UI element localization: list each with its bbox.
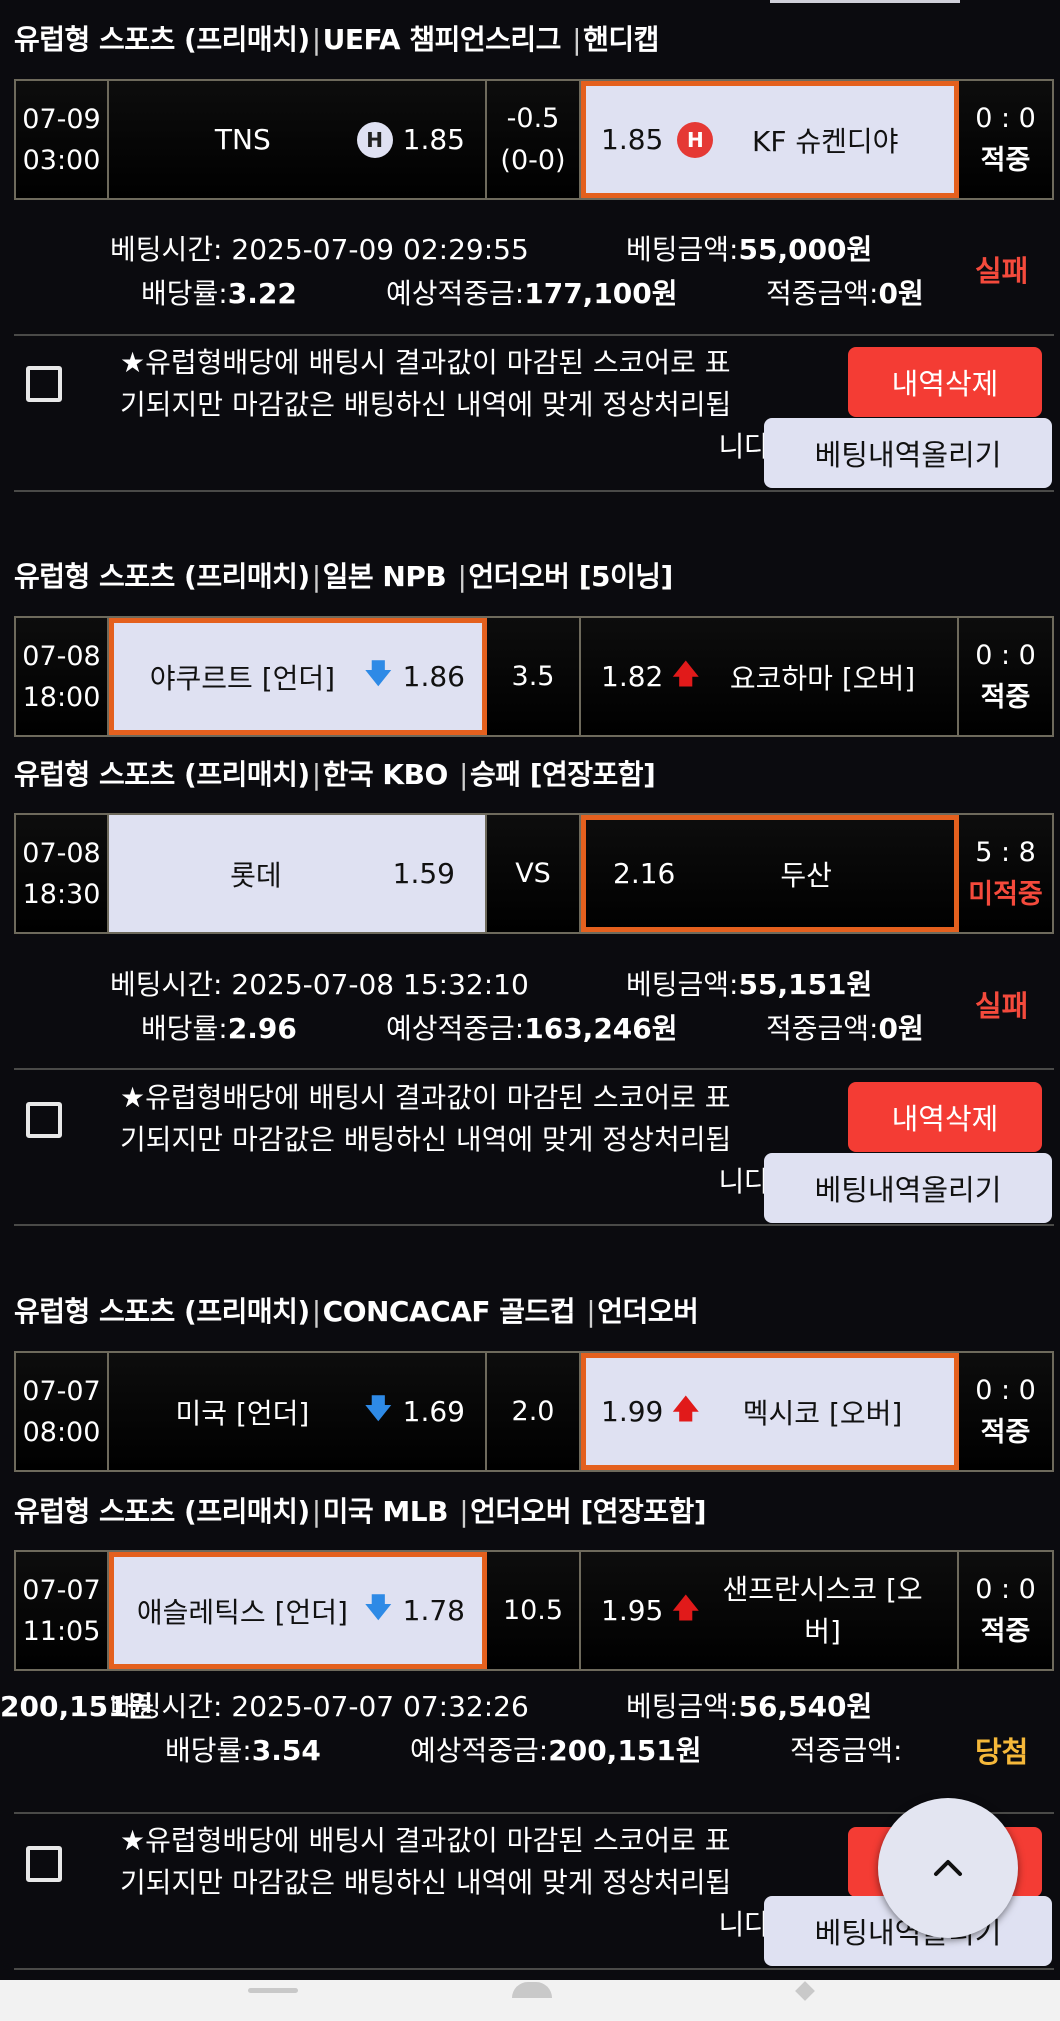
arrow-up-icon: 🡅	[671, 1590, 701, 1624]
away-odds: 2.16	[613, 857, 676, 890]
home-team: 롯데	[230, 858, 282, 892]
away-odds: 1.99	[601, 1395, 664, 1428]
away-option[interactable]: 1.82 🡅 요코하마 [오버]	[581, 618, 959, 735]
match-datetime: 07-08 18:30	[16, 815, 109, 932]
away-odds: 1.95	[601, 1594, 664, 1627]
notice-text: ★유럽형배당에 배팅시 결과값이 마감된 스코어로 표 기되지만 마감값은 배팅…	[120, 1081, 770, 1198]
top-strip	[770, 0, 960, 3]
home-handicap-icon: H	[356, 121, 393, 158]
system-nav-bar	[0, 1980, 1060, 2021]
match-row: 07-09 03:00 TNS H 1.85 -0.5 (0-0) 1.85 H K…	[14, 79, 1054, 200]
divider	[14, 1224, 1054, 1226]
arrow-up-icon: 🡅	[671, 1391, 701, 1425]
away-odds: 1.85	[601, 123, 664, 156]
section-title: 유럽형 스포츠 (프리매치)|한국 KBO |승패 [연장포함]	[14, 758, 656, 791]
divider	[14, 1968, 1054, 1970]
home-team: TNS	[214, 123, 271, 156]
bet-status: 실패	[975, 989, 1029, 1023]
bet-actions: ★유럽형배당에 배팅시 결과값이 마감된 스코어로 표 기되지만 마감값은 배팅…	[0, 1077, 1060, 1237]
match-score: 0 : 0 적중	[959, 618, 1052, 735]
bet-status: 당첨	[975, 1735, 1029, 1769]
match-datetime: 07-07 08:00	[16, 1353, 109, 1470]
home-option[interactable]: 롯데 1.59	[109, 815, 487, 932]
line-value: 2.0	[487, 1353, 581, 1470]
home-odds: 1.69	[402, 1395, 465, 1428]
scroll-top-button[interactable]	[878, 1798, 1018, 1938]
delete-history-button[interactable]: 내역삭제	[848, 347, 1042, 417]
match-score: 0 : 0 적중	[959, 81, 1052, 198]
notice-text: ★유럽형배당에 배팅시 결과값이 마감된 스코어로 표 기되지만 마감값은 배팅…	[120, 1824, 770, 1941]
bet-status: 실패	[975, 254, 1029, 288]
away-option[interactable]: 1.85 H KF 슈켄디야	[581, 81, 959, 198]
away-option[interactable]: 1.95 🡅 샌프란시스코 [오 버]	[581, 1552, 959, 1669]
home-option[interactable]: 미국 [언더] 🡇 1.69	[109, 1353, 487, 1470]
line-value: 10.5	[487, 1552, 581, 1669]
home-odds: 1.85	[402, 123, 465, 156]
back-icon[interactable]	[795, 1981, 815, 2001]
match-datetime: 07-09 03:00	[16, 81, 109, 198]
home-odds: 1.59	[392, 857, 455, 890]
home-option[interactable]: 야쿠르트 [언더] 🡇 1.86	[109, 618, 487, 735]
section-title: 유럽형 스포츠 (프리매치)|UEFA 챔피언스리그 |핸디캡	[14, 23, 659, 56]
divider	[14, 490, 1054, 492]
bet-info: 베팅시간: 2025-07-07 07:32:26 베팅금액:56,540원 배…	[0, 1690, 1029, 1769]
match-row: 07-08 18:30 롯데 1.59 VS 2.16 두산 5 : 8 미적중	[14, 813, 1054, 934]
bet-actions: ★유럽형배당에 배팅시 결과값이 마감된 스코어로 표 기되지만 마감값은 배팅…	[0, 342, 1060, 502]
match-score: 0 : 0 적중	[959, 1552, 1052, 1669]
notice-text: ★유럽형배당에 배팅시 결과값이 마감된 스코어로 표 기되지만 마감값은 배팅…	[120, 346, 770, 463]
select-checkbox[interactable]	[26, 1846, 62, 1882]
section-title: 유럽형 스포츠 (프리매치)|CONCACAF 골드컵 |언더오버	[14, 1295, 699, 1328]
away-team: 멕시코 [오버]	[742, 1396, 903, 1430]
away-handicap-icon: H	[677, 121, 714, 158]
match-row: 07-08 18:00 야쿠르트 [언더] 🡇 1.86 3.5 1.82 🡅 요…	[14, 616, 1054, 737]
divider	[14, 334, 1054, 336]
home-option[interactable]: 애슬레틱스 [언더] 🡇 1.78	[109, 1552, 487, 1669]
divider	[14, 1812, 1054, 1814]
section-title: 유럽형 스포츠 (프리매치)|미국 MLB |언더오버 [연장포함]	[14, 1495, 707, 1528]
away-option[interactable]: 1.99 🡅 멕시코 [오버]	[581, 1353, 959, 1470]
away-odds: 1.82	[601, 660, 664, 693]
arrow-down-icon: 🡇	[363, 656, 393, 690]
upload-history-button[interactable]: 베팅내역올리기	[764, 418, 1052, 488]
arrow-down-icon: 🡇	[363, 1590, 393, 1624]
handicap-line: -0.5 (0-0)	[487, 81, 581, 198]
away-team: KF 슈켄디야	[751, 124, 899, 158]
home-team: 야쿠르트 [언더]	[149, 661, 336, 695]
section-title: 유럽형 스포츠 (프리매치)|일본 NPB |언더오버 [5이닝]	[14, 560, 673, 593]
delete-history-button[interactable]: 내역삭제	[848, 1082, 1042, 1152]
upload-history-button[interactable]: 베팅내역올리기	[764, 1153, 1052, 1223]
versus-label: VS	[487, 815, 581, 932]
home-option[interactable]: TNS H 1.85	[109, 81, 487, 198]
divider	[14, 1068, 1054, 1070]
arrow-down-icon: 🡇	[363, 1391, 393, 1425]
home-icon[interactable]	[512, 1982, 552, 1998]
chevron-up-icon	[934, 1860, 962, 1876]
select-checkbox[interactable]	[26, 366, 62, 402]
home-odds: 1.78	[402, 1594, 465, 1627]
match-datetime: 07-08 18:00	[16, 618, 109, 735]
away-team: 두산	[780, 858, 832, 892]
line-value: 3.5	[487, 618, 581, 735]
home-team: 애슬레틱스 [언더]	[136, 1595, 348, 1629]
match-datetime: 07-07 11:05	[16, 1552, 109, 1669]
match-row: 07-07 08:00 미국 [언더] 🡇 1.69 2.0 1.99 🡅 멕시코…	[14, 1351, 1054, 1472]
recent-apps-icon[interactable]	[248, 1988, 298, 1993]
match-score: 5 : 8 미적중	[959, 815, 1052, 932]
home-team: 미국 [언더]	[175, 1396, 310, 1430]
match-score: 0 : 0 적중	[959, 1353, 1052, 1470]
arrow-up-icon: 🡅	[671, 656, 701, 690]
home-odds: 1.86	[402, 660, 465, 693]
away-team: 요코하마 [오버]	[729, 661, 916, 695]
match-row: 07-07 11:05 애슬레틱스 [언더] 🡇 1.78 10.5 1.95 🡅…	[14, 1550, 1054, 1671]
select-checkbox[interactable]	[26, 1102, 62, 1138]
away-option[interactable]: 2.16 두산	[581, 815, 959, 932]
away-team: 샌프란시스코 [오 버]	[722, 1572, 923, 1648]
